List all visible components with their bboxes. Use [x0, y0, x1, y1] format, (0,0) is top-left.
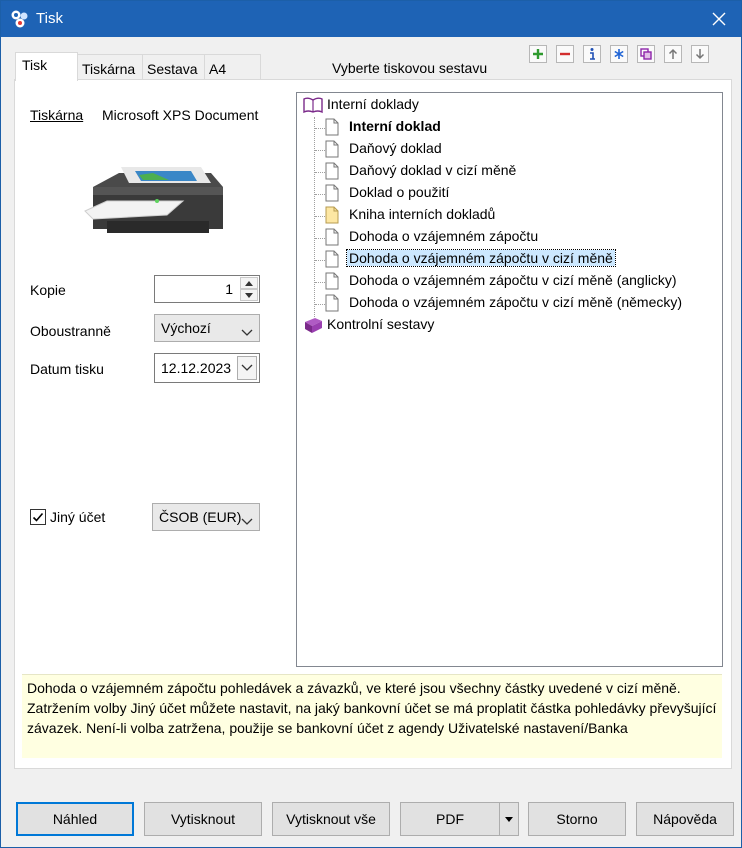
report-tree[interactable]: Interní doklady Interní doklad Daňový do…: [296, 92, 723, 667]
tree-group-label: Kontrolní sestavy: [327, 316, 435, 332]
pdf-button[interactable]: PDF: [400, 802, 500, 836]
chevron-down-icon: [241, 513, 253, 525]
chevron-down-icon: [241, 324, 253, 336]
tree-connector: [315, 260, 325, 261]
document-icon: [325, 118, 339, 139]
closed-book-icon: [303, 316, 323, 337]
document-icon: [325, 294, 339, 315]
cancel-button[interactable]: Storno: [528, 802, 626, 836]
move-up-icon[interactable]: [664, 45, 682, 63]
tree-connector: [315, 238, 325, 239]
asterisk-icon[interactable]: [610, 45, 628, 63]
tree-item-label: Dohoda o vzájemném zápočtu v cizí měně (…: [349, 294, 683, 310]
tree-item-label: Daňový doklad: [349, 140, 442, 156]
pdf-dropdown-icon[interactable]: [499, 802, 519, 836]
printer-link[interactable]: Tiskárna: [30, 107, 83, 123]
other-account-label[interactable]: Jiný účet: [50, 509, 105, 525]
preview-button[interactable]: Náhled: [16, 802, 134, 836]
report-select-label: Vyberte tiskovou sestavu: [332, 60, 488, 76]
tree-connector: [315, 304, 325, 305]
tree-item-label: Doklad o použití: [349, 184, 450, 200]
duplex-select[interactable]: Výchozí: [154, 314, 260, 342]
add-icon[interactable]: [529, 45, 547, 63]
print-button[interactable]: Vytisknout: [144, 802, 262, 836]
tree-connector: [315, 172, 325, 173]
app-icon: [10, 9, 30, 29]
tree-item-label: Dohoda o vzájemném zápočtu: [349, 228, 539, 244]
print-date-label: Datum tisku: [30, 361, 104, 377]
date-dropdown-icon[interactable]: [237, 356, 257, 380]
tree-connector: [314, 117, 315, 317]
tree-item-label: Dohoda o vzájemném zápočtu v cizí měně (…: [349, 272, 677, 288]
document-icon: [325, 184, 339, 205]
help-button[interactable]: Nápověda: [636, 802, 734, 836]
preview-button-label: Náhled: [52, 811, 98, 827]
print-date-value[interactable]: 12.12.2023: [161, 360, 231, 376]
tree-connector: [315, 282, 325, 283]
tree-item-label: Daňový doklad v cizí měně: [349, 162, 517, 178]
info-icon[interactable]: [583, 45, 601, 63]
print-date-field[interactable]: 12.12.2023: [154, 353, 260, 383]
document-icon: [325, 162, 339, 183]
print-all-button[interactable]: Vytisknout vše: [272, 802, 390, 836]
tree-connector: [315, 194, 325, 195]
report-description: Dohoda o vzájemném zápočtu pohledávek a …: [22, 674, 722, 758]
printer-icon: [83, 153, 229, 245]
copy-icon[interactable]: [637, 45, 655, 63]
copies-value[interactable]: 1: [225, 281, 233, 297]
document-icon: [325, 250, 339, 271]
tree-connector: [315, 128, 325, 129]
tree-item-label: Kniha interních dokladů: [349, 206, 496, 222]
copies-stepper[interactable]: 1: [154, 275, 260, 303]
document-icon: [325, 272, 339, 293]
duplex-label: Oboustranně: [30, 323, 111, 339]
document-icon: [325, 140, 339, 161]
cancel-button-label: Storno: [556, 811, 598, 827]
remove-icon[interactable]: [556, 45, 574, 63]
tree-group-label: Interní doklady: [327, 96, 419, 112]
close-icon[interactable]: [697, 1, 741, 37]
ledger-document-icon: [325, 206, 339, 227]
tab-tiskarna[interactable]: Tiskárna: [77, 54, 143, 80]
title-bar: Tisk: [1, 1, 741, 37]
move-down-icon[interactable]: [691, 45, 709, 63]
printer-name: Microsoft XPS Document: [102, 107, 259, 123]
copies-label: Kopie: [30, 282, 66, 298]
tab-sestava[interactable]: Sestava: [142, 54, 205, 80]
tree-item-label: Interní doklad: [349, 118, 441, 134]
tree-connector: [315, 150, 325, 151]
help-button-label: Nápověda: [653, 811, 717, 827]
other-account-checkbox[interactable]: [30, 509, 46, 525]
tab-a4[interactable]: A4: [204, 54, 261, 80]
other-account-select[interactable]: ČSOB (EUR): [152, 503, 260, 531]
tree-item-label: Dohoda o vzájemném zápočtu v cizí měně: [346, 249, 616, 267]
open-book-icon: [303, 96, 323, 117]
print-dialog: Tisk Tisk Tiskárna Sestava A4 Vyberte ti…: [0, 0, 742, 848]
print-button-label: Vytisknout: [170, 811, 236, 827]
other-account-value: ČSOB (EUR): [159, 509, 242, 525]
pdf-button-label: PDF: [436, 811, 464, 827]
stepper-up-icon[interactable]: [240, 277, 258, 289]
tree-connector: [315, 216, 325, 217]
window-title: Tisk: [36, 10, 63, 27]
print-all-button-label: Vytisknout vše: [286, 811, 376, 827]
stepper-down-icon[interactable]: [240, 289, 258, 301]
document-icon: [325, 228, 339, 249]
tab-tisk[interactable]: Tisk: [15, 52, 78, 81]
duplex-value: Výchozí: [161, 320, 211, 336]
